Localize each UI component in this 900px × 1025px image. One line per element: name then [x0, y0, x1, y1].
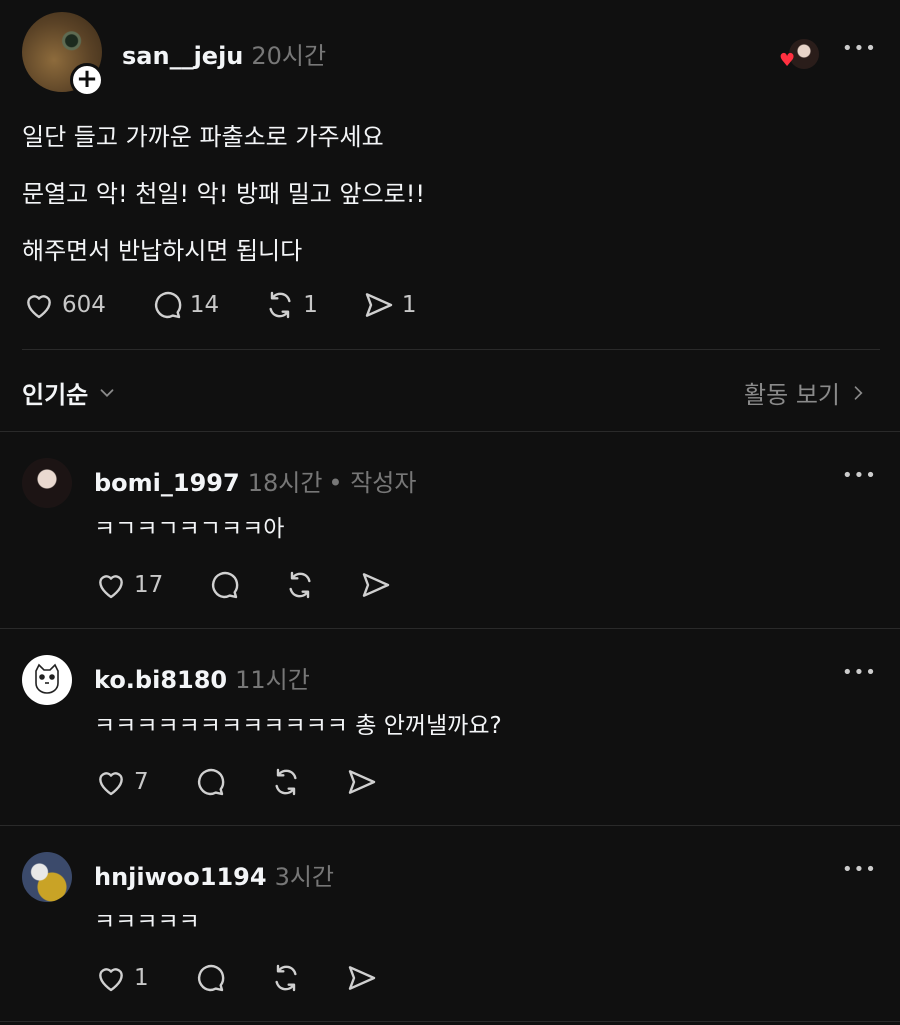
comment-author-row: ko.bi8180 11시간 [94, 660, 310, 695]
repost-button[interactable]: 1 [263, 289, 318, 321]
heart-icon [99, 575, 123, 599]
comment-text: ㅋㅋㅋㅋㅋㅋㅋㅋㅋㅋㅋㅋ 총 안꺼낼까요? [94, 713, 502, 739]
like-count: 7 [134, 769, 149, 795]
post-text-line: 문열고 악! 천일! 악! 방패 밀고 앞으로!! [22, 180, 425, 208]
comment-avatar[interactable] [22, 655, 72, 705]
post-username[interactable]: san__jeju [122, 42, 243, 70]
divider [0, 1021, 900, 1022]
reply-button[interactable]: 14 [150, 289, 219, 321]
view-activity-link[interactable]: 활동 보기 [744, 375, 868, 410]
like-count: 17 [134, 572, 164, 598]
repost-icon [289, 571, 311, 599]
comment-icon [197, 768, 224, 796]
repost-button[interactable] [269, 962, 303, 994]
post-text-line: 일단 들고 가까운 파출소로 가주세요 [22, 123, 384, 151]
comment-time: 18시간 [247, 469, 323, 497]
share-button[interactable]: 1 [362, 289, 417, 321]
like-button[interactable]: 17 [94, 569, 163, 601]
like-button[interactable]: 7 [94, 766, 149, 798]
comment-text: ㅋㄱㅋㄱㅋㄱㅋㅋ아 [94, 516, 285, 542]
divider [0, 628, 900, 629]
comment-avatar[interactable] [22, 458, 72, 508]
heart-icon [99, 772, 123, 796]
divider [0, 825, 900, 826]
comment-author-row: hnjiwoo1194 3시간 [94, 857, 334, 892]
comment-time: 3시간 [274, 863, 335, 891]
send-icon [363, 573, 390, 597]
chevron-right-icon [854, 385, 863, 400]
more-options-icon[interactable]: ••• [842, 861, 876, 884]
like-button[interactable]: 604 [22, 289, 106, 321]
more-options-icon[interactable]: ••• [842, 467, 876, 490]
reply-count: 14 [189, 292, 220, 318]
sort-dropdown[interactable]: 인기순 [22, 375, 118, 410]
comment-username[interactable]: bomi_1997 [94, 469, 240, 497]
comment-time: 11시간 [235, 666, 310, 694]
share-button[interactable] [345, 766, 379, 798]
sort-label: 인기순 [22, 381, 89, 409]
activity-label: 활동 보기 [744, 381, 840, 409]
more-options-icon[interactable]: ••• [842, 664, 876, 687]
comment-username[interactable]: ko.bi8180 [94, 666, 227, 694]
post-actions: 604 14 1 1 [22, 289, 416, 321]
comment-actions: 7 [94, 766, 379, 798]
comment-actions: 17 [94, 569, 393, 601]
share-button[interactable] [345, 962, 379, 994]
share-button[interactable] [359, 569, 393, 601]
repost-button[interactable] [269, 766, 303, 798]
comment-text: ㅋㅋㅋㅋㅋ [94, 909, 200, 935]
more-options-icon[interactable]: ••• [842, 40, 876, 63]
comment-avatar[interactable] [22, 852, 72, 902]
send-icon [348, 966, 375, 990]
repost-icon [269, 291, 291, 319]
comment-icon [212, 571, 239, 599]
comment-icon [154, 291, 182, 319]
heart-icon [99, 968, 123, 992]
reply-button[interactable] [207, 569, 241, 601]
post-time: 20시간 [251, 42, 327, 70]
repost-count: 1 [303, 292, 318, 318]
post-author-row: san__jeju 20시간 [122, 36, 326, 71]
comment-actions: 1 [94, 962, 379, 994]
repost-icon [275, 768, 297, 796]
like-count: 1 [134, 965, 149, 991]
reply-button[interactable] [193, 766, 227, 798]
divider [0, 431, 900, 432]
author-badge: • 작성자 [328, 469, 417, 497]
like-count: 604 [62, 292, 106, 318]
post-text-line: 해주면서 반납하시면 됩니다 [22, 237, 303, 265]
heart-badge-icon: ♥ [779, 50, 796, 71]
repost-icon [275, 964, 297, 992]
repost-button[interactable] [283, 569, 317, 601]
heart-icon [27, 295, 51, 319]
comment-icon [197, 964, 224, 992]
chevron-down-icon [100, 388, 114, 397]
send-icon [348, 770, 375, 794]
divider [22, 349, 880, 350]
comment-username[interactable]: hnjiwoo1194 [94, 863, 267, 891]
like-button[interactable]: 1 [94, 962, 149, 994]
cat-drawing-icon [35, 663, 59, 694]
share-count: 1 [401, 292, 417, 318]
comment-author-row: bomi_1997 18시간 • 작성자 [94, 463, 416, 498]
send-icon [365, 293, 393, 317]
follow-plus-icon[interactable]: + [70, 63, 104, 97]
reply-button[interactable] [193, 962, 227, 994]
